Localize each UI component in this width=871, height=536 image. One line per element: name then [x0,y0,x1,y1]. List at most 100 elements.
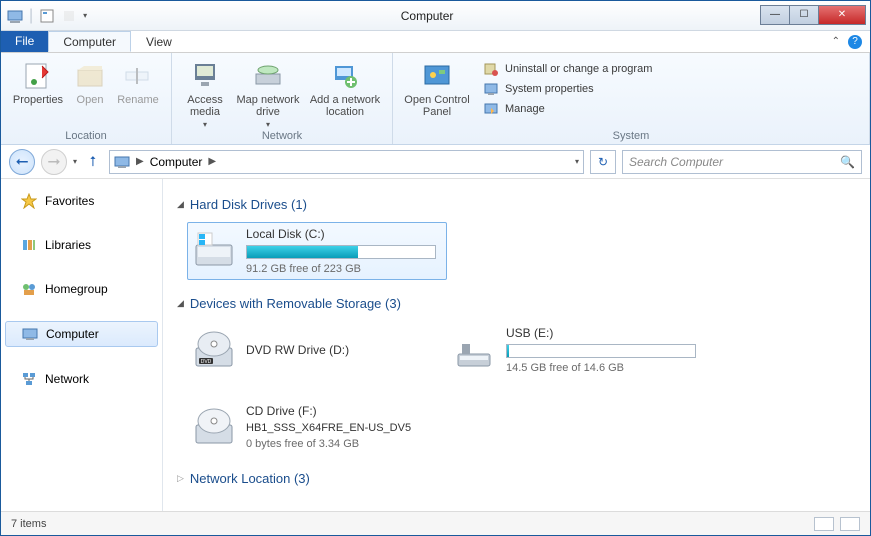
svg-text:DVD: DVD [201,359,212,365]
disclose-netloc-icon: ▷ [177,473,184,484]
breadcrumb-computer[interactable]: Computer [150,155,203,169]
breadcrumb-sep2-icon[interactable]: ▶ [208,156,216,167]
uninstall-link[interactable]: Uninstall or change a program [483,61,652,77]
properties-button[interactable]: Properties [9,57,67,130]
statusbar: 7 items [1,511,870,535]
content-pane: ◢ Hard Disk Drives (1) Local Disk (C:) 9… [163,179,870,511]
drive-c[interactable]: Local Disk (C:) 91.2 GB free of 223 GB [187,222,447,280]
sysprops-icon [483,81,499,97]
uninstall-icon [483,61,499,77]
ribbon-tabs: File Computer View ⌃ ? [1,31,870,53]
nav-favorites[interactable]: Favorites [1,189,162,213]
rename-button[interactable]: Rename [113,57,163,130]
view-tab[interactable]: View [131,31,187,52]
add-location-icon [329,60,361,92]
nav-libraries[interactable]: Libraries [1,233,162,257]
libraries-icon [21,237,37,253]
file-tab[interactable]: File [1,31,48,52]
window-title: Computer [93,9,761,23]
addr-drop-icon[interactable]: ▾ [575,157,579,166]
undo-qat-icon[interactable] [61,8,77,24]
star-icon [21,193,37,209]
drive-c-bar [246,245,436,259]
forward-button[interactable]: ⭢ [41,149,67,175]
map-drive-drop-icon: ▾ [266,120,270,129]
open-icon [74,60,106,92]
history-dropdown-icon[interactable]: ▾ [73,157,77,166]
back-button[interactable]: ⭠ [9,149,35,175]
close-button[interactable]: ✕ [818,5,866,25]
control-panel-icon [421,60,453,92]
nav-homegroup-label: Homegroup [45,282,108,296]
minimize-ribbon-icon[interactable]: ⌃ [832,36,840,47]
section-removable[interactable]: ◢ Devices with Removable Storage (3) [177,296,856,311]
group-location-label: Location [9,130,163,144]
details-view-button[interactable] [814,517,834,531]
access-media-icon [189,60,221,92]
add-location-label: Add a network location [307,94,383,118]
homegroup-icon [21,281,37,297]
map-drive-icon [252,60,284,92]
drive-usb-bar [506,344,696,358]
section-hdd[interactable]: ◢ Hard Disk Drives (1) [177,197,856,212]
up-button[interactable]: ⭡ [83,152,103,172]
disclose-removable-icon: ◢ [177,298,184,309]
nav-libraries-label: Libraries [45,238,91,252]
drive-cd-name: CD Drive (F:) [246,404,442,418]
drive-dvd-name: DVD RW Drive (D:) [246,343,412,357]
group-location: Properties Open Rename Location [1,53,172,144]
section-netloc[interactable]: ▷ Network Location (3) [177,471,856,486]
open-control-panel-button[interactable]: Open Control Panel [401,57,473,130]
properties-label: Properties [13,94,63,106]
cd-icon [192,405,236,449]
nav-computer[interactable]: Computer [5,321,158,347]
access-media-button[interactable]: Access media ▾ [180,57,230,130]
hdd-icon [192,229,236,273]
properties-qat-icon[interactable] [39,8,55,24]
group-system: Open Control Panel Uninstall or change a… [393,53,870,144]
nav-favorites-label: Favorites [45,194,94,208]
nav-network[interactable]: Network [1,367,162,391]
dvd-icon: DVD [192,328,236,372]
refresh-button[interactable]: ↻ [590,150,616,174]
qat-dropdown-icon[interactable]: ▾ [83,11,87,20]
search-box[interactable]: Search Computer 🔍 [622,150,862,174]
manage-link[interactable]: Manage [483,101,652,117]
open-label: Open [77,94,104,106]
computer-tab[interactable]: Computer [48,31,131,52]
system-properties-link[interactable]: System properties [483,81,652,97]
icons-view-button[interactable] [840,517,860,531]
help-icon[interactable]: ? [848,35,862,49]
map-drive-button[interactable]: Map network drive ▾ [232,57,304,130]
nav-computer-label: Computer [46,327,99,341]
maximize-button[interactable]: ☐ [789,5,819,25]
open-button[interactable]: Open [69,57,111,130]
drive-cd[interactable]: CD Drive (F:) HB1_SSS_X64FRE_EN-US_DV5 0… [187,399,447,455]
nav-pane: Favorites Libraries Homegroup Computer N… [1,179,163,511]
search-icon: 🔍 [840,155,855,169]
uninstall-label: Uninstall or change a program [505,63,652,75]
nav-network-label: Network [45,372,89,386]
properties-icon [22,60,54,92]
address-bar[interactable]: ▶ Computer ▶ ▾ [109,150,584,174]
rename-label: Rename [117,94,159,106]
drive-usb[interactable]: USB (E:) 14.5 GB free of 14.6 GB [447,321,707,379]
add-network-location-button[interactable]: Add a network location [306,57,384,130]
ribbon: Properties Open Rename Location Access m… [1,53,870,145]
rename-icon [122,60,154,92]
drive-usb-name: USB (E:) [506,326,702,340]
breadcrumb-sep-icon[interactable]: ▶ [136,156,144,167]
usb-icon [452,328,496,372]
section-hdd-label: Hard Disk Drives (1) [190,197,307,212]
access-media-drop-icon: ▾ [203,120,207,129]
access-media-label: Access media [181,94,229,118]
section-netloc-label: Network Location (3) [190,471,310,486]
search-placeholder: Search Computer [629,155,723,169]
nav-homegroup[interactable]: Homegroup [1,277,162,301]
group-system-label: System [401,130,861,144]
drive-c-free: 91.2 GB free of 223 GB [246,263,442,275]
drive-cd-free: 0 bytes free of 3.34 GB [246,438,442,450]
drive-dvd[interactable]: DVD DVD RW Drive (D:) [187,321,417,379]
group-network: Access media ▾ Map network drive ▾ Add a… [172,53,393,144]
minimize-button[interactable]: — [760,5,790,25]
